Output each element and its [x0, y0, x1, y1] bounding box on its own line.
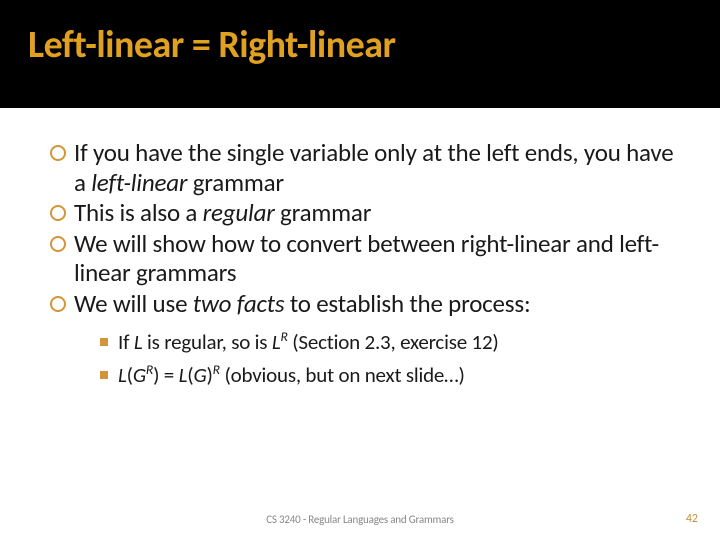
- bullet-text: grammar: [275, 197, 372, 228]
- sub-sup: R: [280, 328, 287, 345]
- sub-item: L(GR) = L(G)R (obvious, but on next slid…: [98, 359, 690, 392]
- sub-text: If: [118, 329, 134, 355]
- bullet-item: If you have the single variable only at …: [50, 138, 690, 197]
- sub-sup: R: [146, 361, 153, 378]
- bullet-emph: left-linear: [91, 167, 187, 198]
- title-band: Left-linear = Right-linear: [0, 0, 720, 108]
- bullet-text: We will show how to convert between righ…: [74, 228, 659, 289]
- bullet-emph: two facts: [193, 288, 285, 319]
- bullet-emph: regular: [203, 197, 275, 228]
- sub-text: (Section 2.3, exercise 12): [288, 329, 499, 355]
- slide-content: If you have the single variable only at …: [0, 108, 720, 391]
- sub-text: (obvious, but on next slide…): [220, 362, 465, 388]
- bullet-text: grammar: [187, 167, 284, 198]
- page-number: 42: [686, 512, 698, 526]
- bullet-item: This is also a regular grammar: [50, 198, 690, 228]
- footer-text: CS 3240 - Regular Languages and Grammars: [266, 513, 454, 526]
- bullet-item: We will use two facts to establish the p…: [50, 289, 690, 392]
- footer: CS 3240 - Regular Languages and Grammars: [0, 513, 720, 526]
- sub-sup: R: [213, 361, 220, 378]
- sub-var: L: [179, 362, 188, 388]
- bullet-item: We will show how to convert between righ…: [50, 229, 690, 288]
- bullet-text: to establish the process:: [284, 288, 530, 319]
- slide-title: Left-linear = Right-linear: [28, 22, 720, 68]
- sub-var: G: [193, 362, 206, 388]
- sub-var: G: [133, 362, 146, 388]
- sub-var: L: [118, 362, 127, 388]
- bullet-text: We will use: [74, 288, 193, 319]
- sub-text: ) =: [153, 362, 179, 388]
- bullet-list: If you have the single variable only at …: [50, 138, 690, 391]
- sub-text: is regular, so is: [143, 329, 272, 355]
- sub-var: L: [134, 329, 143, 355]
- bullet-text: This is also a: [74, 197, 203, 228]
- sub-item: If L is regular, so is LR (Section 2.3, …: [98, 326, 690, 359]
- sub-list: If L is regular, so is LR (Section 2.3, …: [98, 326, 690, 391]
